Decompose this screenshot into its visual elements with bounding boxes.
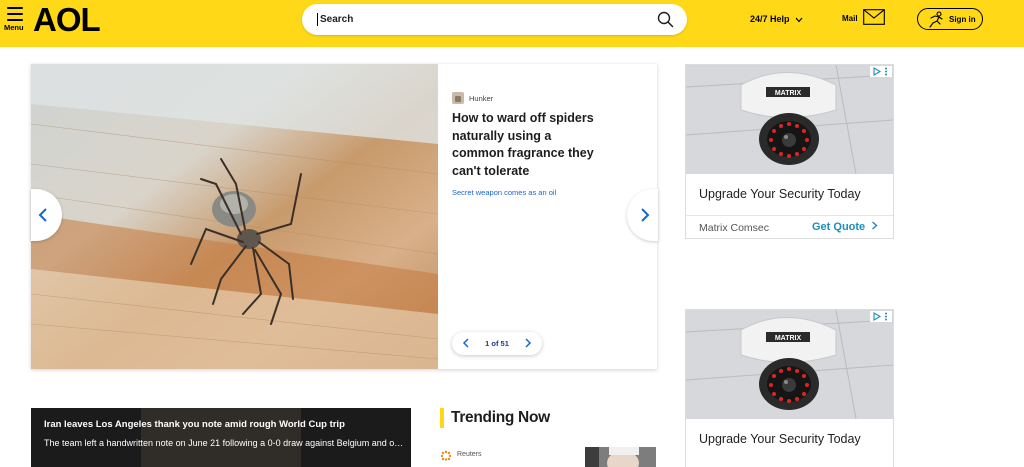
chevron-right-icon bbox=[641, 208, 650, 222]
ad-card[interactable]: MATRIX Upgrade Your Security Today bbox=[685, 309, 894, 467]
help-label: 24/7 Help bbox=[750, 14, 790, 24]
ad-title[interactable]: Upgrade Your Security Today bbox=[699, 187, 861, 201]
security-camera-image: MATRIX bbox=[686, 310, 893, 419]
hamburger-icon bbox=[7, 7, 23, 21]
sign-in-button[interactable]: Sign in bbox=[917, 8, 983, 30]
text-caret bbox=[317, 13, 318, 26]
chevron-right-icon bbox=[872, 221, 878, 230]
security-camera-image: MATRIX bbox=[686, 65, 893, 174]
adchoices-badge[interactable] bbox=[870, 66, 892, 77]
adchoices-badge[interactable] bbox=[870, 311, 892, 322]
get-quote-button[interactable]: Get Quote bbox=[812, 221, 878, 233]
ad-image: MATRIX bbox=[686, 310, 893, 419]
adchoices-icon bbox=[873, 312, 887, 321]
menu-label: Menu bbox=[4, 23, 24, 32]
hero-carousel: Hunker How to ward off spiders naturally… bbox=[31, 64, 657, 369]
search-bar bbox=[302, 4, 687, 35]
help-dropdown[interactable]: 24/7 Help bbox=[750, 14, 803, 24]
envelope-icon bbox=[863, 9, 885, 25]
news-title[interactable]: Iran leaves Los Angeles thank you note a… bbox=[44, 419, 345, 430]
hero-image[interactable] bbox=[31, 64, 438, 369]
ad-divider bbox=[686, 215, 893, 216]
news-card[interactable]: Iran leaves Los Angeles thank you note a… bbox=[31, 408, 411, 467]
hero-source-name: Hunker bbox=[469, 94, 494, 103]
chevron-left-icon bbox=[38, 208, 47, 222]
hunker-logo-icon bbox=[452, 92, 464, 104]
hero-text-panel: Hunker How to ward off spiders naturally… bbox=[438, 64, 657, 369]
trending-accent-bar bbox=[440, 408, 444, 428]
trending-heading: Trending Now bbox=[451, 409, 550, 426]
reuters-logo-icon bbox=[440, 450, 452, 461]
trending-photo bbox=[585, 447, 656, 467]
hero-headline[interactable]: How to ward off spiders naturally using … bbox=[452, 110, 602, 180]
mail-label: Mail bbox=[842, 14, 858, 23]
aol-homepage: Menu AOL 24/7 Help Mail bbox=[0, 0, 1024, 467]
ad-image: MATRIX bbox=[686, 65, 893, 174]
pager-next-icon[interactable] bbox=[521, 336, 535, 350]
ad-camera-brand: MATRIX bbox=[775, 90, 802, 97]
carousel-pager: 1 of 51 bbox=[452, 332, 542, 355]
trending-source-name: Reuters bbox=[457, 451, 482, 458]
ad-title[interactable]: Upgrade Your Security Today bbox=[699, 432, 861, 446]
top-header: Menu AOL 24/7 Help Mail bbox=[0, 0, 1024, 47]
search-icon[interactable] bbox=[657, 11, 674, 28]
search-input[interactable] bbox=[320, 10, 640, 29]
ad-camera-brand: MATRIX bbox=[775, 335, 802, 342]
sign-in-label: Sign in bbox=[949, 15, 976, 24]
ad-card[interactable]: MATRIX Upgrade Your Security Today Matri… bbox=[685, 64, 894, 239]
menu-button[interactable]: Menu bbox=[4, 7, 28, 35]
aol-logo[interactable]: AOL bbox=[33, 3, 101, 37]
adchoices-icon bbox=[873, 67, 887, 76]
running-person-icon bbox=[929, 11, 943, 28]
trending-thumbnail[interactable] bbox=[585, 447, 656, 467]
chevron-down-icon bbox=[795, 17, 803, 23]
ad-advertiser: Matrix Comsec bbox=[699, 222, 770, 234]
spider-photo bbox=[31, 64, 438, 369]
ad-cta-label: Get Quote bbox=[812, 221, 866, 233]
hero-subline[interactable]: Secret weapon comes as an oil bbox=[452, 188, 556, 197]
news-subtitle: The team left a handwritten note on June… bbox=[44, 438, 404, 448]
